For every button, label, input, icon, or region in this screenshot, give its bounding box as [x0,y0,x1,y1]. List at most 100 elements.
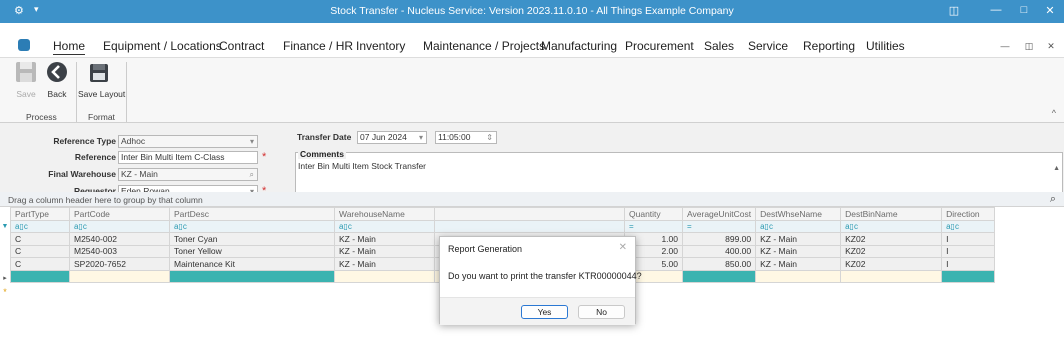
filter-cell[interactable] [434,219,625,233]
column-header-hidden[interactable] [434,207,625,221]
column-header-quantity[interactable]: Quantity [624,207,683,221]
reference-type-select[interactable]: Adhoc ▾ [118,135,258,148]
column-header-partcode[interactable]: PartCode [69,207,170,221]
column-header-parttype[interactable]: PartType [10,207,70,221]
filter-cell[interactable]: a▯c [941,219,996,233]
cell-destwhsename[interactable]: KZ - Main [755,244,842,258]
grid-header-row: PartType PartCode PartDesc WarehouseName… [10,207,996,221]
main-menu-bar: Home Equipment / Locations Contract Fina… [0,35,1064,57]
cell-direction[interactable]: I [941,244,996,258]
column-header-partdesc[interactable]: PartDesc [169,207,335,221]
dialog-title: Report Generation [448,244,523,254]
group-by-panel[interactable]: Drag a column header here to group by th… [0,192,1064,207]
cell-direction[interactable]: I [941,232,996,246]
chevron-down-icon[interactable]: ▾ [250,136,254,147]
cell-parttype[interactable]: C [10,244,70,258]
final-warehouse-input[interactable]: KZ - Main ⌕ [118,168,258,181]
cell-destbinname[interactable]: KZ02 [840,257,943,271]
cell-parttype[interactable]: C [10,232,70,246]
filter-cell[interactable]: a▯c [334,219,435,233]
cell-averageunitcost[interactable]: 850.00 [681,257,757,271]
cell-destwhsename[interactable]: KZ - Main [755,232,842,246]
cell-destbinname[interactable]: KZ02 [840,232,943,246]
filter-cell[interactable]: = [624,219,683,233]
close-window-button[interactable]: ✕ [1040,4,1060,17]
filter-cell[interactable]: a▯c [10,219,70,233]
reference-input[interactable]: Inter Bin Multi Item C-Class [118,151,258,164]
save-button[interactable]: Save [14,61,38,99]
cell-partcode[interactable]: M2540-002 [69,232,170,246]
mdi-minimize-button[interactable]: — [996,39,1014,54]
column-header-warehousename[interactable]: WarehouseName [334,207,435,221]
menu-manufacturing[interactable]: Manufacturing [541,39,617,53]
new-row-cell-parttype[interactable] [10,269,70,283]
column-header-destbinname[interactable]: DestBinName [840,207,943,221]
column-header-direction[interactable]: Direction [941,207,996,221]
mdi-restore-button[interactable]: ◫ [1020,39,1038,54]
cell-partdesc[interactable]: Toner Cyan [169,232,335,246]
reference-label: Reference [74,152,116,162]
column-header-destwhsename[interactable]: DestWhseName [755,207,842,221]
comments-label: Comments [298,149,346,159]
maximize-window-button[interactable]: □ [1014,4,1034,16]
filter-cell[interactable]: a▯c [169,219,335,233]
yes-button[interactable]: Yes [521,305,568,319]
new-row-cell[interactable] [334,269,435,283]
cell-partdesc[interactable]: Maintenance Kit [169,257,335,271]
filter-cell[interactable]: a▯c [755,219,842,233]
transfer-date-input[interactable]: 07 Jun 2024 ▾ [357,131,427,144]
new-row-cell[interactable] [69,269,170,283]
transfer-time-input[interactable]: 11:05:00 ⇕ [435,131,497,144]
search-icon[interactable]: ⌕ [250,169,254,180]
new-row-cell[interactable] [840,269,943,283]
save-layout-button[interactable]: Save Layout [78,61,125,99]
menu-maintenance-projects[interactable]: Maintenance / Projects [423,39,545,53]
filter-cell[interactable]: = [681,219,757,233]
menu-inventory[interactable]: Inventory [356,39,405,53]
cell-parttype[interactable]: C [10,257,70,271]
cell-direction[interactable]: I [941,257,996,271]
column-header-averageunitcost[interactable]: AverageUnitCost [681,207,757,221]
collapse-ribbon-icon[interactable]: ^ [1052,108,1056,118]
new-row-cell-direction[interactable] [941,269,996,283]
cell-warehousename[interactable]: KZ - Main [334,257,435,271]
filter-cell[interactable]: a▯c [69,219,170,233]
ribbon-group-format: Format [88,112,115,122]
close-icon[interactable]: ✕ [619,242,627,253]
current-row-indicator-icon: ▸ [3,275,7,282]
cell-warehousename[interactable]: KZ - Main [334,232,435,246]
cell-partdesc[interactable]: Toner Yellow [169,244,335,258]
menu-equipment-locations[interactable]: Equipment / Locations [103,39,222,53]
cell-partcode[interactable]: SP2020-7652 [69,257,170,271]
restore-window-icon[interactable]: ◫ [944,4,964,17]
cell-averageunitcost[interactable]: 899.00 [681,232,757,246]
back-button[interactable]: Back [45,61,69,99]
menu-reporting[interactable]: Reporting [803,39,855,53]
chevron-down-icon[interactable]: ▾ [419,132,423,143]
new-row-cell-partdesc[interactable] [169,269,335,283]
menu-utilities[interactable]: Utilities [866,39,905,53]
cell-destbinname[interactable]: KZ02 [840,244,943,258]
cell-warehousename[interactable]: KZ - Main [334,244,435,258]
new-row-cell[interactable] [755,269,842,283]
new-row-cell-averageunitcost[interactable] [681,269,757,283]
save-icon [16,62,36,82]
cell-averageunitcost[interactable]: 400.00 [681,244,757,258]
menu-contract[interactable]: Contract [219,39,264,53]
menu-home[interactable]: Home [53,39,86,55]
ribbon-group-separator [76,62,77,122]
menu-procurement[interactable]: Procurement [625,39,694,53]
menu-service[interactable]: Service [748,39,788,53]
no-button[interactable]: No [578,305,625,319]
ribbon-toolbar: Save Back Save Layout Process Format ^ [0,57,1064,123]
find-panel-icon[interactable]: ⌕ [1050,193,1056,206]
cell-destwhsename[interactable]: KZ - Main [755,257,842,271]
filter-cell[interactable]: a▯c [840,219,943,233]
scroll-up-icon[interactable]: ▲ [1053,165,1060,172]
minimize-window-button[interactable]: — [986,4,1006,16]
spinner-icon[interactable]: ⇕ [486,132,493,143]
menu-sales[interactable]: Sales [704,39,734,53]
cell-partcode[interactable]: M2540-003 [69,244,170,258]
mdi-close-button[interactable]: ✕ [1042,39,1060,54]
menu-finance-hr[interactable]: Finance / HR [283,39,353,53]
